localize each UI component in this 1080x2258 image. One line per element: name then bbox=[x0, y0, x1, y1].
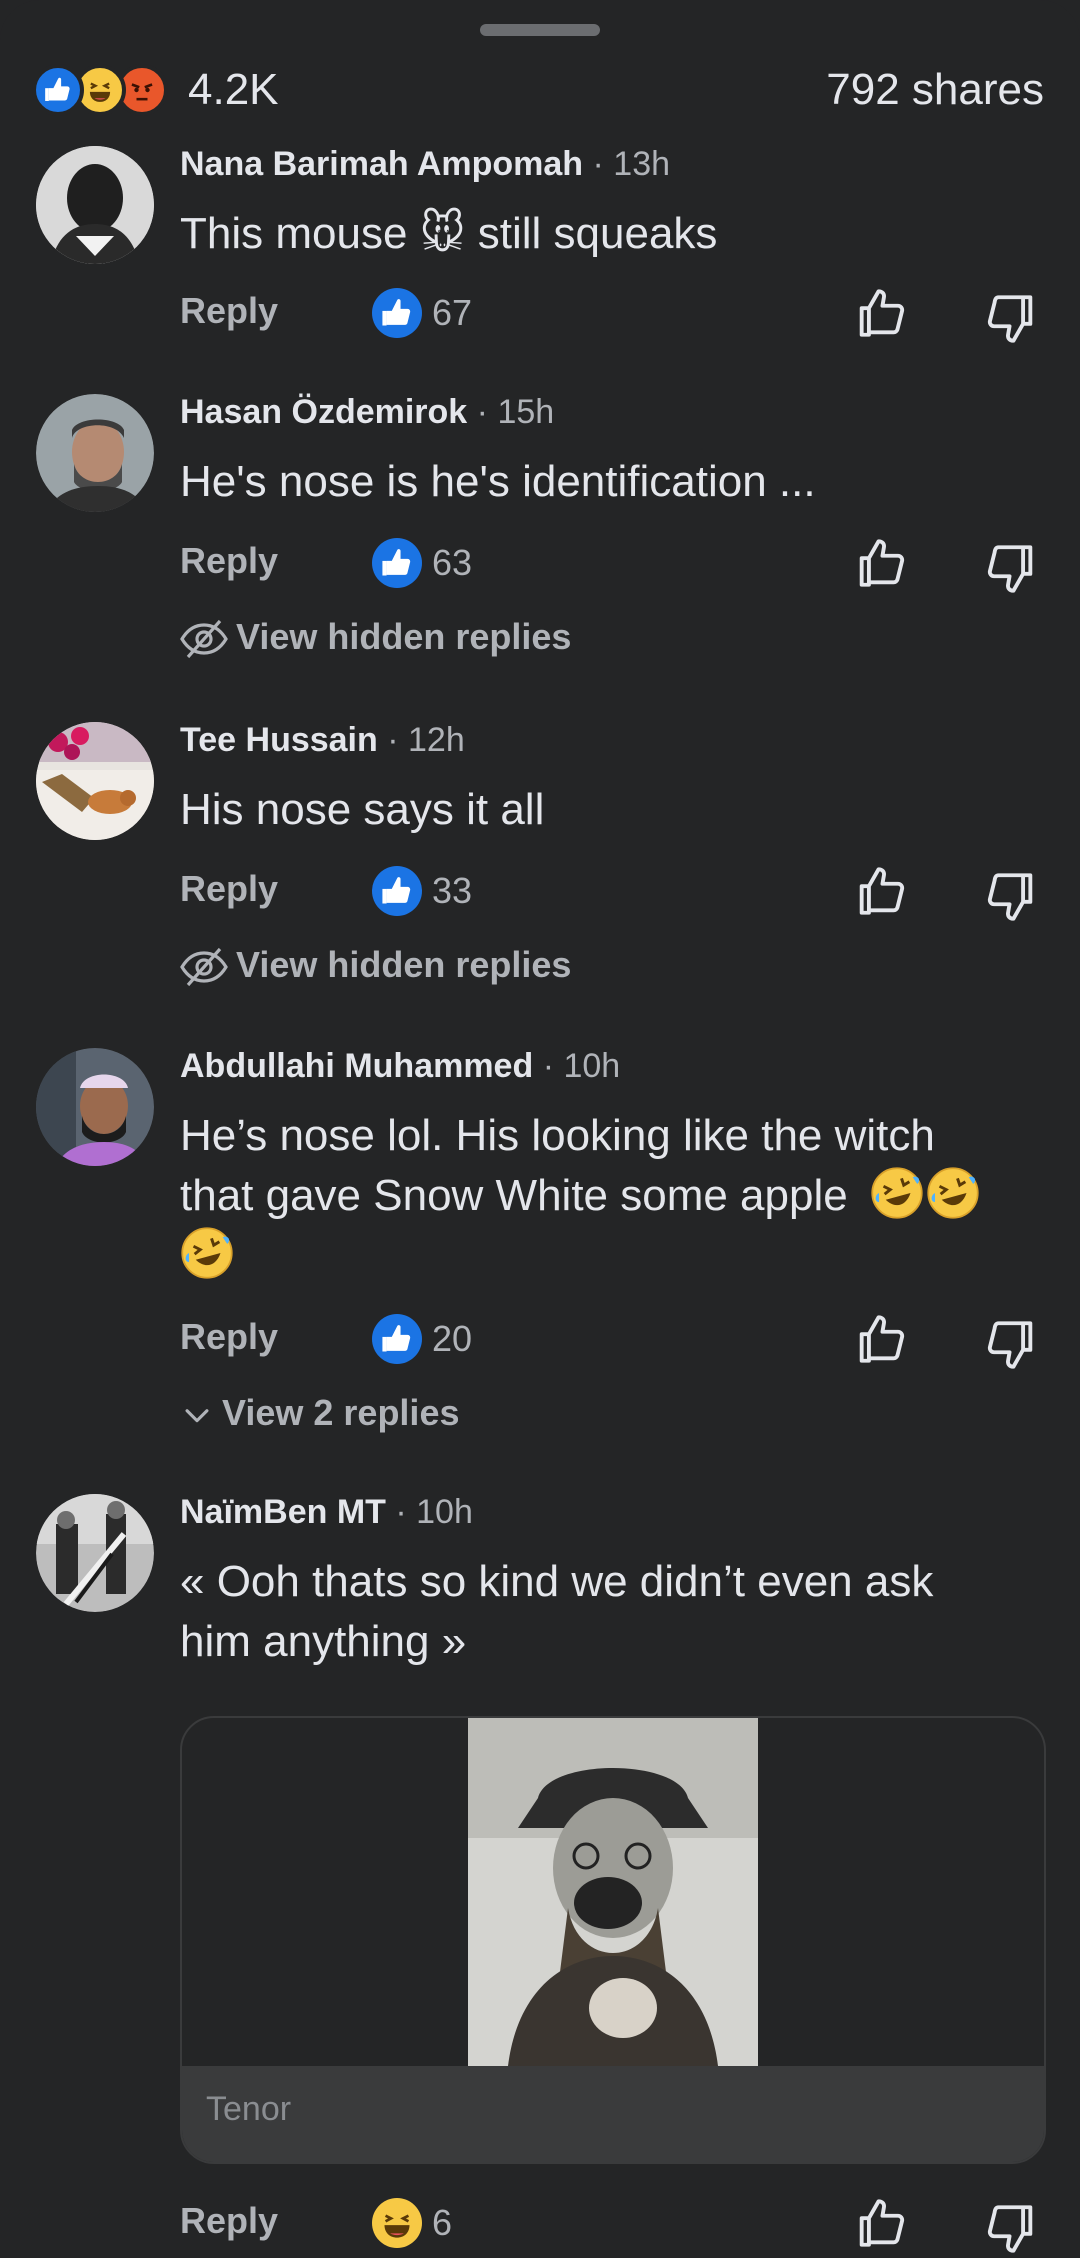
comment-text-line: « Ooh thats so kind we didn’t even ask bbox=[180, 1557, 934, 1606]
drag-handle[interactable] bbox=[480, 24, 600, 36]
thumbs-down-icon[interactable] bbox=[982, 290, 1040, 348]
comment-text-line: that gave Snow White some apple bbox=[180, 1166, 1040, 1226]
view-hidden-replies-label: View hidden replies bbox=[236, 944, 572, 985]
view-replies-label: View 2 replies bbox=[222, 1392, 460, 1433]
comment-text: He's nose is he's identification ... bbox=[180, 457, 816, 506]
reply-button[interactable]: Reply bbox=[180, 868, 278, 910]
comment-text: He’s nose lol. His looking like the witc… bbox=[180, 1106, 1040, 1286]
comment-time[interactable]: · 13h bbox=[593, 145, 671, 183]
comment-header: Tee Hussain · 12h bbox=[180, 718, 465, 762]
shares-count[interactable]: 792 shares bbox=[826, 64, 1044, 116]
comment-text-part: still squeaks bbox=[465, 209, 718, 258]
gif-footer: Tenor bbox=[182, 2066, 1044, 2162]
reactions-summary[interactable]: 4.2K 792 shares bbox=[32, 60, 1044, 120]
avatar[interactable] bbox=[36, 1494, 154, 1612]
reaction-icons bbox=[32, 64, 182, 116]
reaction-count[interactable]: 33 bbox=[432, 870, 472, 912]
like-reaction-icon bbox=[372, 1314, 422, 1364]
reaction-count[interactable]: 63 bbox=[432, 542, 472, 584]
author-name[interactable]: NaïmBen MT bbox=[180, 1493, 386, 1531]
avatar[interactable] bbox=[36, 722, 154, 840]
reaction-count: 4.2K bbox=[188, 65, 279, 114]
thumbs-down-icon[interactable] bbox=[982, 540, 1040, 598]
comment-text-line: He’s nose lol. His looking like the witc… bbox=[180, 1111, 935, 1160]
author-name[interactable]: Abdullahi Muhammed bbox=[180, 1047, 533, 1085]
mouse-emoji: 🐭 bbox=[419, 208, 466, 259]
author-name[interactable]: Nana Barimah Ampomah bbox=[180, 145, 583, 183]
reply-button[interactable]: Reply bbox=[180, 540, 278, 582]
comment-time[interactable]: · 15h bbox=[477, 393, 555, 431]
comment-actions: Reply 67 bbox=[180, 284, 1050, 344]
comment-text-part: that gave Snow White some apple bbox=[180, 1171, 848, 1220]
thumbs-up-icon[interactable] bbox=[852, 534, 910, 592]
comment-header: NaïmBen MT · 10h bbox=[180, 1490, 473, 1534]
comment-header: Abdullahi Muhammed · 10h bbox=[180, 1044, 620, 1088]
reaction-count[interactable]: 67 bbox=[432, 292, 472, 334]
chevron-down-icon bbox=[185, 1409, 209, 1423]
haha-reaction-icon bbox=[372, 2198, 422, 2248]
comment-actions: Reply 6 bbox=[180, 2194, 1050, 2254]
comment-text-part: This mouse bbox=[180, 209, 420, 258]
comment-time[interactable]: · 12h bbox=[387, 721, 465, 759]
gif-source-label: Tenor bbox=[206, 2090, 292, 2128]
rolling-laughing-emoji-icon bbox=[927, 1167, 979, 1219]
avatar[interactable] bbox=[36, 1048, 154, 1166]
gif-image[interactable] bbox=[468, 1718, 758, 2066]
like-reaction-icon bbox=[32, 64, 84, 116]
comment-text: « Ooh thats so kind we didn’t even ask h… bbox=[180, 1552, 1040, 1672]
thumbs-down-icon[interactable] bbox=[982, 868, 1040, 926]
rolling-laughing-emoji-icon bbox=[871, 1167, 923, 1219]
comment-header: Hasan Özdemirok · 15h bbox=[180, 390, 554, 434]
reply-button[interactable]: Reply bbox=[180, 2200, 278, 2242]
author-name[interactable]: Tee Hussain bbox=[180, 721, 378, 759]
comment-text-line: him anything » bbox=[180, 1617, 467, 1666]
rolling-laughing-emoji-icon bbox=[181, 1227, 233, 1279]
comment-text: His nose says it all bbox=[180, 785, 545, 834]
view-hidden-replies-label: View hidden replies bbox=[236, 616, 572, 657]
comment-time[interactable]: · 10h bbox=[395, 1493, 473, 1531]
thumbs-up-icon[interactable] bbox=[852, 2194, 910, 2252]
comment-text: This mouse 🐭 still squeaks bbox=[180, 204, 1040, 264]
eye-slash-icon bbox=[180, 620, 228, 659]
comment-text-line bbox=[180, 1226, 1040, 1286]
like-reaction-icon bbox=[372, 288, 422, 338]
reaction-count[interactable]: 20 bbox=[432, 1318, 472, 1360]
comment-actions: Reply 20 bbox=[180, 1310, 1050, 1370]
thumbs-down-icon[interactable] bbox=[982, 1316, 1040, 1374]
thumbs-up-icon[interactable] bbox=[852, 1310, 910, 1368]
reply-button[interactable]: Reply bbox=[180, 1316, 278, 1358]
reply-button[interactable]: Reply bbox=[180, 290, 278, 332]
view-replies-link[interactable]: View 2 replies bbox=[180, 1392, 459, 1434]
view-hidden-replies-link[interactable]: View hidden replies bbox=[180, 616, 571, 659]
author-name[interactable]: Hasan Özdemirok bbox=[180, 393, 467, 431]
thumbs-up-icon[interactable] bbox=[852, 284, 910, 342]
comment-header: Nana Barimah Ampomah · 13h bbox=[180, 142, 670, 186]
thumbs-up-icon[interactable] bbox=[852, 862, 910, 920]
avatar[interactable] bbox=[36, 146, 154, 264]
reaction-count[interactable]: 6 bbox=[432, 2202, 452, 2244]
like-reaction-icon bbox=[372, 866, 422, 916]
thumbs-down-icon[interactable] bbox=[982, 2200, 1040, 2258]
comments-sheet: 4.2K 792 shares Nana Barimah Ampomah · 1… bbox=[0, 0, 1080, 2256]
eye-slash-icon bbox=[180, 948, 228, 987]
comment-time[interactable]: · 10h bbox=[543, 1047, 621, 1085]
view-hidden-replies-link[interactable]: View hidden replies bbox=[180, 944, 571, 987]
comment-actions: Reply 63 bbox=[180, 534, 1050, 594]
like-reaction-icon bbox=[372, 538, 422, 588]
gif-attachment[interactable]: Tenor bbox=[180, 1716, 1046, 2164]
comment-actions: Reply 33 bbox=[180, 862, 1050, 922]
avatar[interactable] bbox=[36, 394, 154, 512]
